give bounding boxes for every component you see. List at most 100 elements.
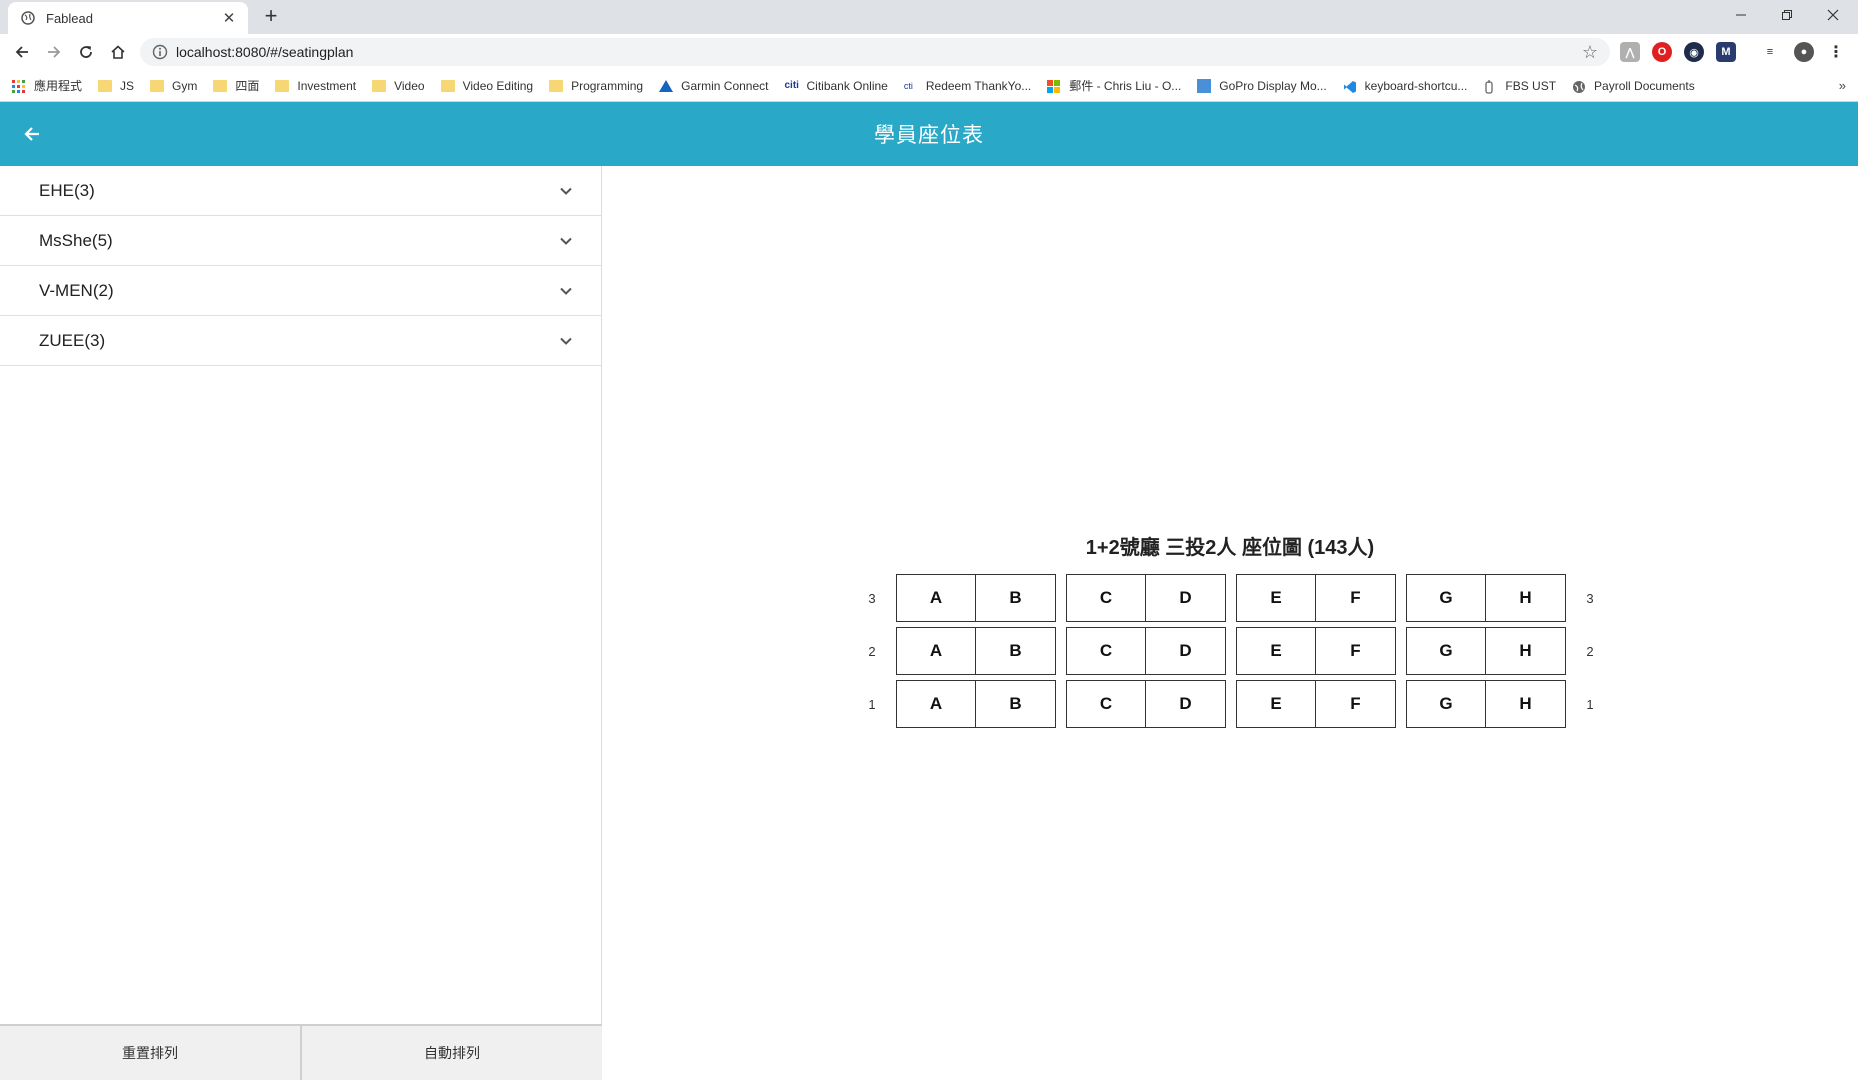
- close-window-button[interactable]: [1810, 0, 1856, 30]
- auto-arrange-button[interactable]: 自動排列: [300, 1026, 602, 1080]
- bookmark-gopro[interactable]: GoPro Display Mo...: [1197, 78, 1327, 93]
- folder-icon: [372, 79, 387, 92]
- seat[interactable]: B: [976, 627, 1056, 675]
- seat[interactable]: H: [1486, 680, 1566, 728]
- bookmark-folder-gym[interactable]: Gym: [150, 79, 197, 93]
- bookmark-mail[interactable]: 郵件 - Chris Liu - O...: [1047, 77, 1181, 94]
- address-bar[interactable]: localhost:8080/#/seatingplan ☆: [140, 38, 1610, 66]
- seat[interactable]: A: [896, 574, 976, 622]
- seat[interactable]: B: [976, 574, 1056, 622]
- seat[interactable]: E: [1236, 627, 1316, 675]
- globe-icon: [20, 10, 36, 26]
- seat[interactable]: F: [1316, 680, 1396, 728]
- bookmark-keyboard-shortcuts[interactable]: keyboard-shortcu...: [1343, 79, 1467, 93]
- seat[interactable]: C: [1066, 574, 1146, 622]
- seat[interactable]: A: [896, 680, 976, 728]
- bookmark-payroll[interactable]: Payroll Documents: [1572, 79, 1695, 93]
- chevron-down-icon[interactable]: [557, 332, 575, 350]
- group-item-ehe[interactable]: EHE(3): [0, 166, 601, 216]
- bookmark-folder-investment[interactable]: Investment: [275, 79, 356, 93]
- seat[interactable]: E: [1236, 574, 1316, 622]
- app-header: 學員座位表: [0, 102, 1858, 166]
- globe-icon: [1572, 80, 1586, 93]
- sidebar-actions: 重置排列 自動排列: [0, 1024, 602, 1080]
- reset-arrangement-button[interactable]: 重置排列: [0, 1026, 300, 1080]
- tab-close-icon[interactable]: ✕: [220, 9, 238, 27]
- back-arrow-icon[interactable]: [16, 118, 48, 150]
- bookmarks-bar: 應用程式 JS Gym 四面 Investment Video Video Ed…: [0, 70, 1858, 102]
- seat-row-3: 3 A B C D E F G H 3: [852, 574, 1610, 622]
- seat[interactable]: A: [896, 627, 976, 675]
- bookmark-label: Payroll Documents: [1594, 78, 1695, 93]
- forward-nav-icon[interactable]: [39, 37, 69, 67]
- seat-block: C D: [1066, 574, 1226, 622]
- folder-icon: [213, 79, 228, 92]
- bookmark-label: Redeem ThankYo...: [925, 78, 1032, 93]
- bookmark-garmin[interactable]: Garmin Connect: [659, 79, 768, 93]
- shield-extension-icon[interactable]: ◉: [1684, 42, 1704, 62]
- reload-icon[interactable]: [71, 37, 101, 67]
- seat[interactable]: H: [1486, 574, 1566, 622]
- group-label: V-MEN(2): [39, 280, 114, 300]
- seat[interactable]: D: [1146, 680, 1226, 728]
- opera-extension-icon[interactable]: O: [1652, 42, 1672, 62]
- seat[interactable]: B: [976, 680, 1056, 728]
- menu-icon[interactable]: ⋮: [1826, 42, 1846, 62]
- back-nav-icon[interactable]: [7, 37, 37, 67]
- group-item-zuee[interactable]: ZUEE(3): [0, 316, 601, 366]
- bookmark-citibank[interactable]: citi Citibank Online: [784, 79, 887, 93]
- row-number-left: 1: [868, 696, 876, 712]
- group-label: EHE(3): [39, 180, 95, 200]
- avatar[interactable]: ●: [1794, 42, 1814, 62]
- m-extension-icon[interactable]: M: [1716, 42, 1736, 62]
- seat[interactable]: G: [1406, 680, 1486, 728]
- bookmark-label: 四面: [235, 79, 260, 93]
- bookmark-star-icon[interactable]: ☆: [1582, 42, 1598, 63]
- bookmark-label: Citibank Online: [806, 78, 888, 93]
- info-icon[interactable]: [152, 44, 168, 60]
- restore-button[interactable]: [1764, 0, 1810, 30]
- bookmark-label: JS: [120, 78, 135, 93]
- seat[interactable]: F: [1316, 574, 1396, 622]
- bookmark-fbs-ust[interactable]: FBS UST: [1483, 78, 1557, 94]
- bookmark-label: Video: [394, 78, 425, 93]
- seat-row-2: 2 A B C D E F G H 2: [852, 627, 1610, 675]
- seat[interactable]: H: [1486, 627, 1566, 675]
- seat[interactable]: D: [1146, 574, 1226, 622]
- row-number-right: 3: [1586, 590, 1594, 606]
- reading-list-icon[interactable]: ≡: [1760, 42, 1780, 62]
- bookmark-label: FBS UST: [1505, 78, 1557, 93]
- bookmark-folder-programming[interactable]: Programming: [549, 79, 643, 93]
- new-tab-button[interactable]: +: [258, 4, 284, 30]
- home-icon[interactable]: [103, 37, 133, 67]
- bookmark-apps[interactable]: 應用程式: [12, 77, 82, 94]
- seat[interactable]: G: [1406, 627, 1486, 675]
- more-bookmarks-icon[interactable]: »: [1839, 78, 1846, 93]
- group-item-msshe[interactable]: MsShe(5): [0, 216, 601, 266]
- seat[interactable]: D: [1146, 627, 1226, 675]
- bookmark-folder-4[interactable]: 四面: [213, 77, 259, 94]
- citi-icon: cti: [903, 80, 913, 91]
- minimize-button[interactable]: [1718, 0, 1764, 30]
- seat[interactable]: F: [1316, 627, 1396, 675]
- folder-icon: [440, 79, 455, 92]
- bookmark-folder-js[interactable]: JS: [98, 79, 134, 93]
- seat[interactable]: C: [1066, 680, 1146, 728]
- chevron-down-icon[interactable]: [557, 232, 575, 250]
- seat[interactable]: C: [1066, 627, 1146, 675]
- bookmark-folder-video[interactable]: Video: [372, 78, 425, 93]
- bookmark-folder-video-editing[interactable]: Video Editing: [440, 79, 533, 93]
- chevron-down-icon[interactable]: [557, 282, 575, 300]
- pdf-extension-icon[interactable]: ⋀: [1620, 42, 1640, 62]
- seat-block: E F: [1236, 680, 1396, 728]
- seat[interactable]: E: [1236, 680, 1316, 728]
- seat-block: G H: [1406, 627, 1566, 675]
- garmin-icon: [659, 79, 674, 92]
- bookmark-redeem[interactable]: cti Redeem ThankYo...: [904, 79, 1031, 93]
- seat[interactable]: G: [1406, 574, 1486, 622]
- chevron-down-icon[interactable]: [557, 182, 575, 200]
- browser-toolbar: localhost:8080/#/seatingplan ☆ ⋀ O ◉ M ≡…: [0, 34, 1858, 70]
- bookmark-label: Programming: [571, 78, 644, 93]
- browser-tab[interactable]: Fablead ✕: [8, 2, 248, 34]
- group-item-v-men[interactable]: V-MEN(2): [0, 266, 601, 316]
